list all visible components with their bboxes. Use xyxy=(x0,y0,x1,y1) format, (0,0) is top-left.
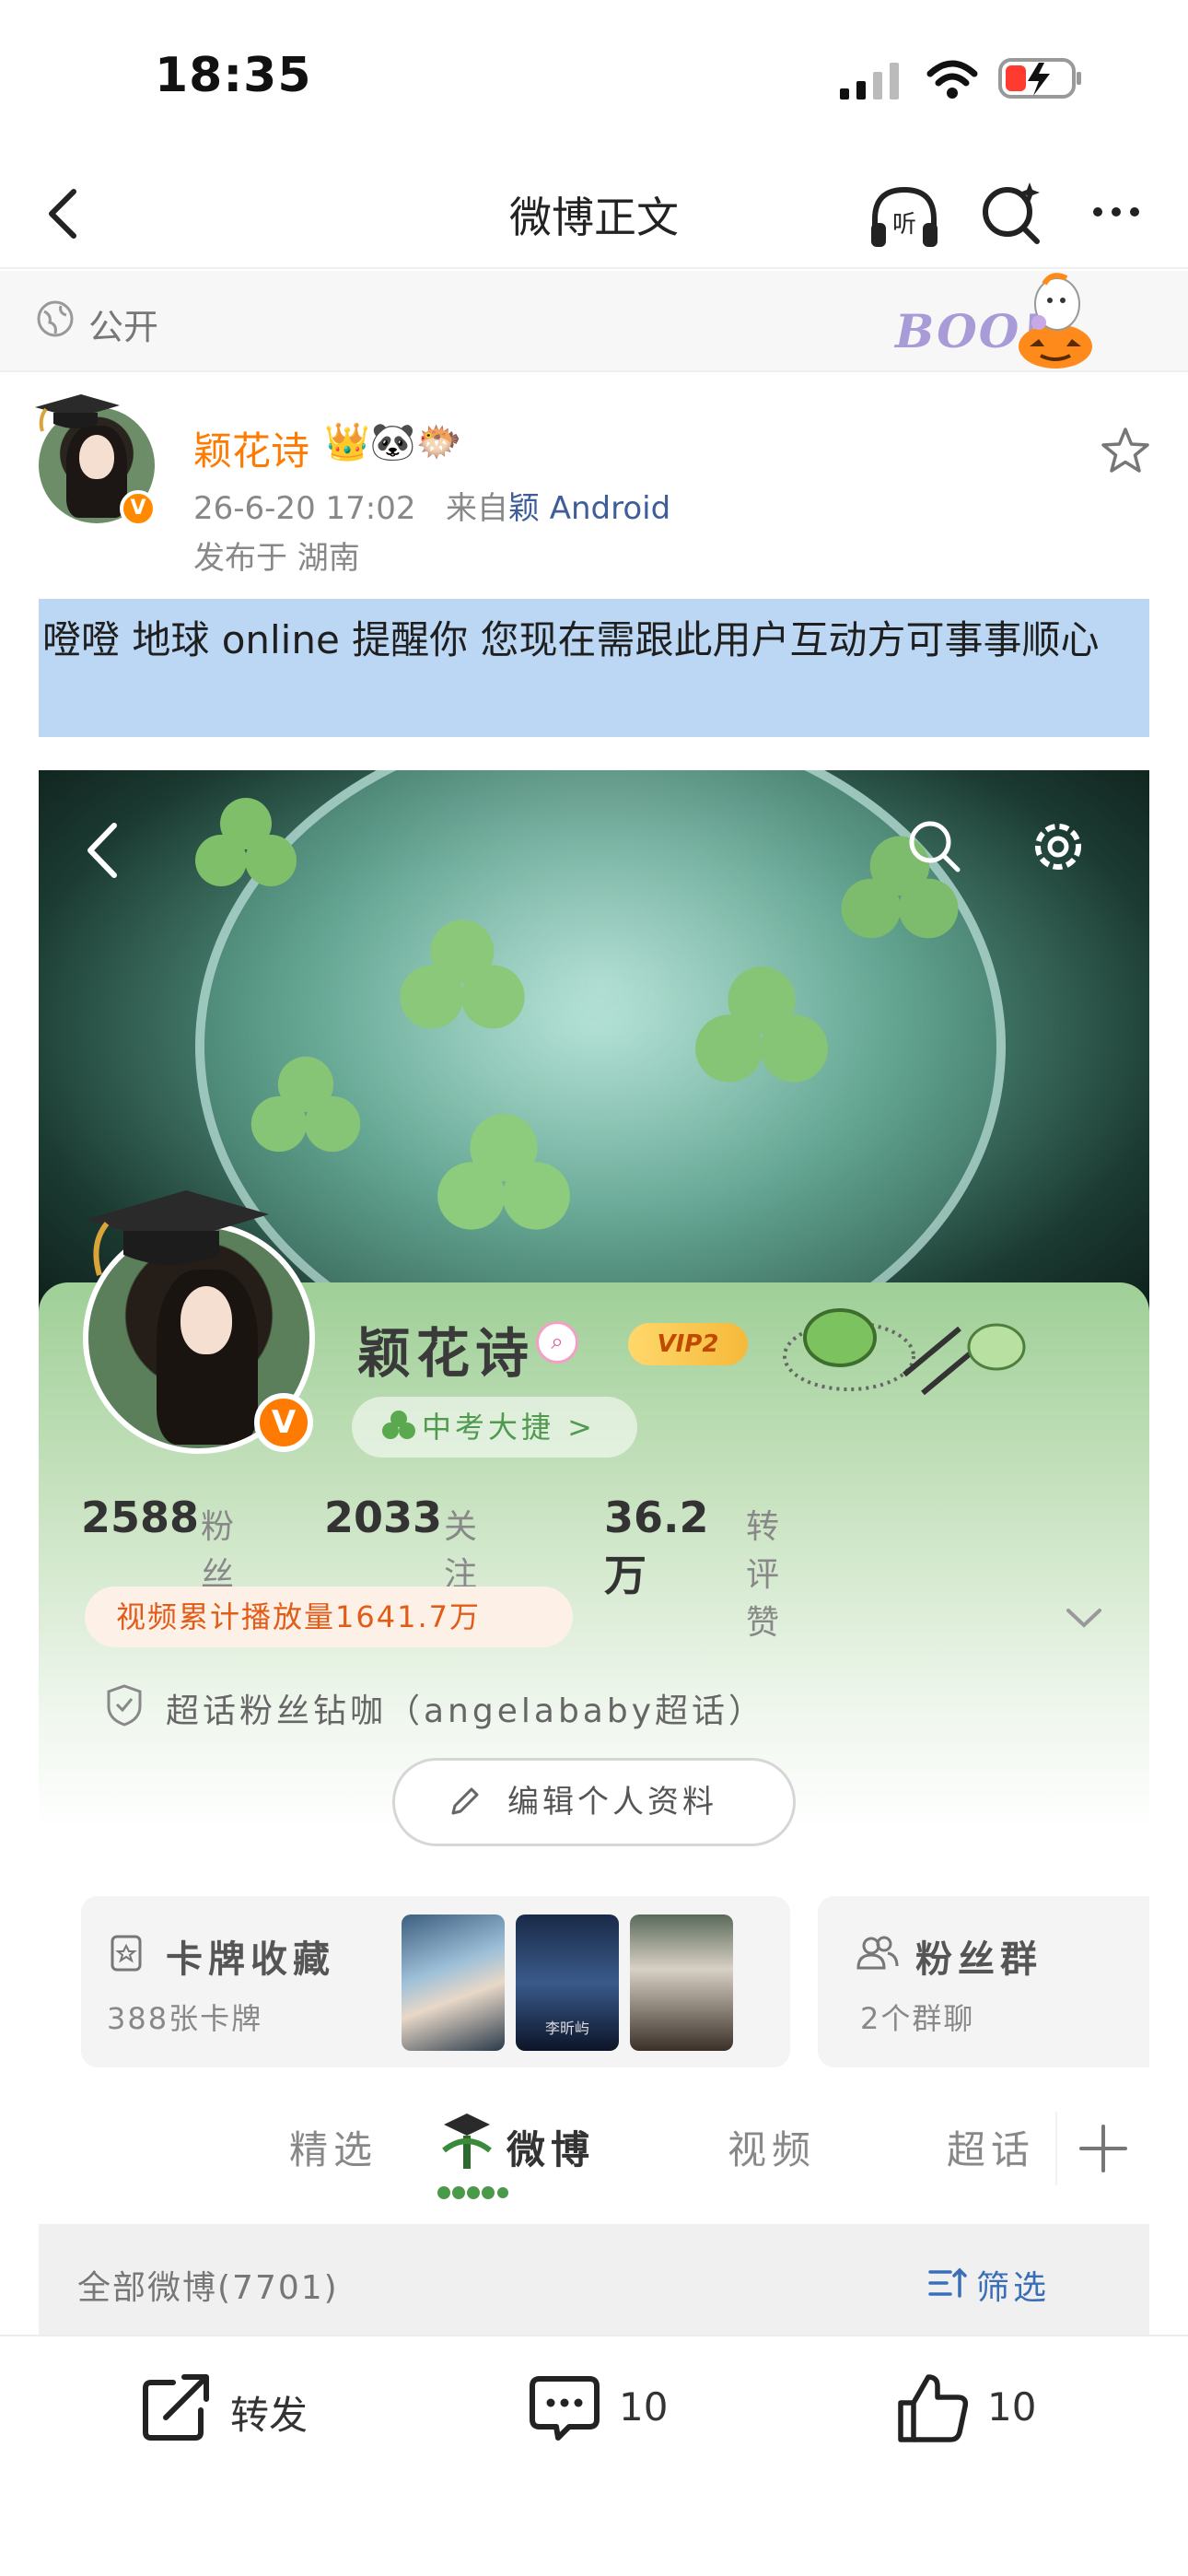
clover-icon xyxy=(695,966,828,1083)
fan-group-count: 2个群聊 xyxy=(860,2001,975,2036)
post-time: 26-6-20 17:02 xyxy=(193,490,416,527)
super-topic-text: 超话粉丝钻咖（angelababy超话） xyxy=(166,1692,766,1730)
comment-count: 10 xyxy=(619,2384,669,2430)
signal-icon xyxy=(840,63,899,100)
status-bar: 18:35 xyxy=(0,0,1188,157)
tab-super-topic[interactable]: 超话 xyxy=(947,2119,1035,2175)
add-tab-button[interactable] xyxy=(1055,2112,1147,2185)
more-button[interactable] xyxy=(1079,184,1153,240)
pencil-icon xyxy=(451,1787,479,1815)
dot-icon xyxy=(1093,207,1102,217)
post-location: 发布于 湖南 xyxy=(193,540,360,577)
chevron-left-icon[interactable] xyxy=(76,818,131,883)
post-meta: 26-6-20 17:02 来自颖 Android xyxy=(193,483,670,528)
card-thumbnail[interactable] xyxy=(630,1914,733,2051)
all-posts-count: 全部微博(7701) xyxy=(77,2269,339,2307)
graduation-cap-icon xyxy=(85,1190,269,1276)
like-count: 10 xyxy=(987,2384,1037,2430)
fan-group-box[interactable]: 粉丝群 2个群聊 xyxy=(818,1896,1149,2067)
verified-badge-icon: V xyxy=(120,490,157,527)
video-play-count[interactable]: 视频累计播放量1641.7万 xyxy=(85,1587,573,1647)
fans-label: 粉丝 xyxy=(201,1508,239,1594)
author-badges: 👑🐼🐡 xyxy=(324,421,462,463)
wifi-icon xyxy=(926,60,978,99)
status-time: 18:35 xyxy=(155,48,312,103)
post-text: 噔噔 地球 online 提醒你 您现在需跟此用户互动方可事事顺心 xyxy=(39,599,1149,737)
clover-icon xyxy=(437,1114,570,1230)
pink-search-badge-icon[interactable]: ⌕ xyxy=(536,1321,578,1364)
card-icon xyxy=(111,1935,142,1972)
profile-tabs: 精选 微博 视频 超话 xyxy=(39,2097,1149,2217)
card-collection-count: 388张卡牌 xyxy=(107,2001,263,2036)
comment-icon xyxy=(530,2376,600,2441)
sparkle-search-icon xyxy=(983,182,1040,244)
clover-icon xyxy=(400,919,525,1029)
listen-button[interactable]: 听 xyxy=(866,179,943,256)
card-thumbnail[interactable]: 李昕屿 xyxy=(516,1914,619,2051)
filter-icon xyxy=(928,2267,967,2298)
card-collection-box[interactable]: 卡牌收藏 388张卡牌 李昕屿 xyxy=(81,1896,790,2067)
engagement-count[interactable]: 36.2万 xyxy=(604,1493,709,1603)
filter-bar: 全部微博(7701) 筛选 xyxy=(39,2224,1149,2335)
search-icon[interactable] xyxy=(903,814,967,879)
headphones-icon: 听 xyxy=(871,186,938,247)
gear-icon[interactable] xyxy=(1026,814,1090,879)
clover-icon xyxy=(382,1411,415,1439)
verified-badge-icon: V xyxy=(254,1393,313,1452)
thumbnail-caption: 李昕屿 xyxy=(544,2020,589,2037)
shield-icon xyxy=(107,1684,142,1727)
nav-bar: 微博正文 听 xyxy=(0,157,1188,269)
bean-decoration-icon xyxy=(783,1308,1026,1396)
like-button[interactable]: 10 xyxy=(895,2370,1079,2453)
tab-weibo[interactable]: 微博 xyxy=(507,2119,595,2175)
tab-video[interactable]: 视频 xyxy=(728,2119,816,2175)
post-source-prefix: 来自 xyxy=(445,490,508,527)
post-source[interactable]: 颖 Android xyxy=(508,490,670,527)
battery-icon xyxy=(998,58,1081,99)
author-avatar[interactable]: V xyxy=(31,391,169,529)
users-icon xyxy=(856,1936,899,1970)
profile-name: 颖花诗 xyxy=(357,1322,535,1385)
ghost-pumpkin-sticker-icon xyxy=(1019,273,1092,369)
comment-button[interactable]: 10 xyxy=(527,2370,711,2453)
repost-button[interactable]: 转发 xyxy=(138,2370,322,2453)
mascot-icon xyxy=(437,2113,508,2199)
globe-icon xyxy=(37,300,74,337)
clover-icon xyxy=(195,798,297,886)
dot-icon xyxy=(1112,207,1121,217)
tab-featured[interactable]: 精选 xyxy=(289,2119,378,2175)
svg-text:听: 听 xyxy=(892,211,916,239)
plus-icon xyxy=(1079,2125,1127,2172)
filter-button[interactable]: 筛选 xyxy=(976,2261,1050,2309)
following-label: 关注 xyxy=(444,1508,482,1594)
chevron-down-icon[interactable] xyxy=(1061,1599,1107,1636)
share-icon xyxy=(143,2374,209,2441)
visibility-row: 公开 BOO! xyxy=(0,271,1188,372)
visibility-label: 公开 xyxy=(88,307,159,347)
engagement-label: 转评赞 xyxy=(746,1508,784,1642)
post-image[interactable]: V 颖花诗 ⌕ VIP2 中考大捷 > 2588 粉丝 2033 关注 36.2… xyxy=(39,770,1149,2335)
clover-icon xyxy=(250,1056,361,1153)
thumbs-up-icon xyxy=(898,2374,969,2442)
graduation-cap-icon xyxy=(35,394,120,432)
fan-group-title: 粉丝群 xyxy=(915,1938,1042,1981)
dot-icon xyxy=(1130,207,1139,217)
repost-label: 转发 xyxy=(230,2393,309,2438)
following-count[interactable]: 2033 xyxy=(324,1493,442,1542)
card-collection-title: 卡牌收藏 xyxy=(166,1938,335,1981)
card-thumbnail[interactable] xyxy=(402,1914,505,2051)
ai-search-button[interactable] xyxy=(976,177,1050,251)
action-bar: 转发 10 10 xyxy=(0,2335,1188,2576)
fans-count[interactable]: 2588 xyxy=(81,1493,199,1542)
author-name[interactable]: 颖花诗 xyxy=(193,420,309,476)
favorite-star-icon[interactable] xyxy=(1098,424,1153,479)
vip-badge[interactable]: VIP2 xyxy=(628,1323,748,1365)
